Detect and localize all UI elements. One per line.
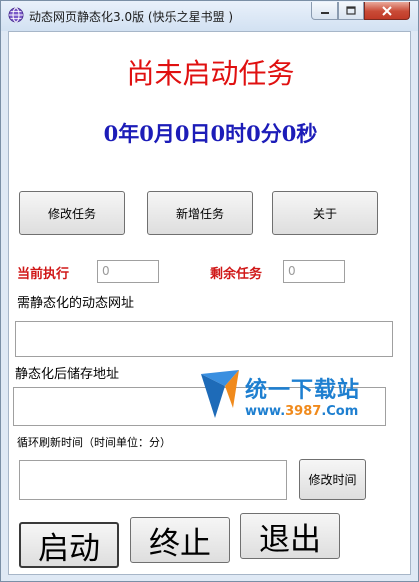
maximize-button[interactable] — [338, 2, 364, 20]
about-button[interactable]: 关于 — [272, 191, 378, 235]
minimize-button[interactable] — [311, 2, 338, 20]
elapsed-time: 0年0月0日0时0分0秒 — [103, 121, 318, 146]
close-button[interactable] — [364, 2, 410, 20]
minimize-icon — [320, 11, 329, 14]
title-bar[interactable]: 动态网页静态化3.0版 (快乐之星书盟 ) — [1, 1, 418, 31]
status-message: 尚未启动任务 — [126, 57, 295, 90]
modify-time-button[interactable]: 修改时间 — [299, 459, 366, 500]
app-window: 动态网页静态化3.0版 (快乐之星书盟 ) 尚未启动任务 0年0月0日0时0分0… — [0, 0, 419, 582]
save-path-label: 静态化后储存地址 — [15, 367, 120, 382]
current-task-field[interactable]: 0 — [97, 260, 159, 283]
exit-button[interactable]: 退出 — [240, 513, 340, 559]
remaining-task-field[interactable]: 0 — [283, 260, 345, 283]
watermark-text: 统一下载站 — [245, 378, 361, 403]
client-area: 尚未启动任务 0年0月0日0时0分0秒 修改任务 新增任务 关于 当前执行 0 … — [8, 31, 411, 575]
stop-button[interactable]: 终止 — [130, 517, 230, 563]
start-button[interactable]: 启动 — [19, 522, 119, 568]
watermark: 统一下载站 www.3987.Com — [199, 368, 379, 428]
watermark-url-prefix: www. — [245, 404, 286, 419]
source-url-input[interactable] — [15, 321, 393, 357]
remaining-task-label: 剩余任务 — [210, 267, 263, 282]
window-title: 动态网页静态化3.0版 (快乐之星书盟 ) — [29, 10, 234, 24]
download-logo-icon — [201, 370, 239, 418]
interval-label: 循环刷新时间（时间单位：分） — [17, 436, 171, 449]
modify-task-button[interactable]: 修改任务 — [19, 191, 125, 235]
watermark-url: www.3987.Com — [245, 404, 358, 419]
add-task-button[interactable]: 新增任务 — [147, 191, 253, 235]
watermark-url-suffix: .Com — [321, 404, 359, 419]
source-url-label: 需静态化的动态网址 — [17, 296, 135, 311]
watermark-url-number: 3987 — [285, 404, 322, 419]
close-icon — [382, 5, 392, 16]
interval-input[interactable] — [19, 460, 287, 500]
maximize-icon — [346, 6, 356, 15]
globe-icon — [8, 7, 24, 23]
current-task-label: 当前执行 — [17, 267, 70, 282]
